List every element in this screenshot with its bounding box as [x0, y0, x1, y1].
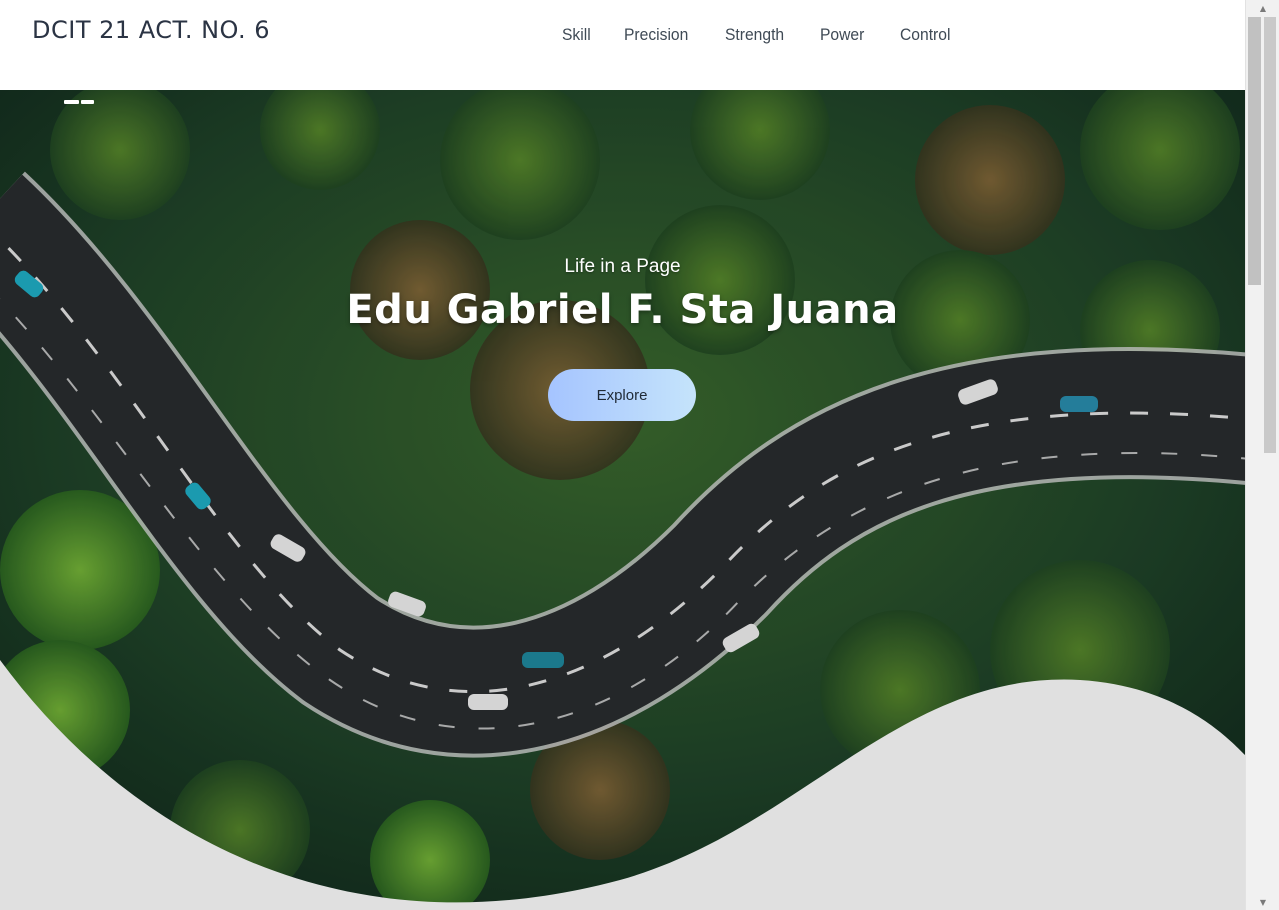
menu-icon[interactable] — [64, 100, 79, 104]
hero-title: Edu Gabriel F. Sta Juana — [346, 287, 899, 333]
arrow-down-icon[interactable]: ▼ — [1246, 894, 1279, 910]
scrollbar-thumb-secondary[interactable] — [1264, 17, 1276, 453]
explore-button[interactable]: Explore — [548, 369, 696, 421]
hero-section — [0, 90, 1245, 910]
hero-subtitle: Life in a Page — [564, 256, 681, 277]
site-header: DCIT 21 ACT. NO. 6 Skill Precision Stren… — [0, 0, 1245, 90]
nav-item-skill[interactable]: Skill — [562, 25, 591, 45]
nav-item-strength[interactable]: Strength — [725, 25, 784, 45]
nav-item-precision[interactable]: Precision — [624, 25, 688, 45]
scrollbar-thumb[interactable] — [1248, 17, 1261, 285]
menu-icon-bar[interactable] — [81, 100, 94, 104]
page-scrollbar[interactable]: ▲ ▼ — [1245, 0, 1279, 910]
hero-overlay — [0, 90, 1245, 910]
nav-item-power[interactable]: Power — [820, 25, 864, 45]
site-brand[interactable]: DCIT 21 ACT. NO. 6 — [32, 16, 270, 44]
page: DCIT 21 ACT. NO. 6 Skill Precision Stren… — [0, 0, 1245, 910]
arrow-up-icon[interactable]: ▲ — [1246, 0, 1279, 16]
main-nav: Skill Precision Strength Power Control — [562, 25, 985, 45]
nav-item-control[interactable]: Control — [900, 25, 950, 45]
